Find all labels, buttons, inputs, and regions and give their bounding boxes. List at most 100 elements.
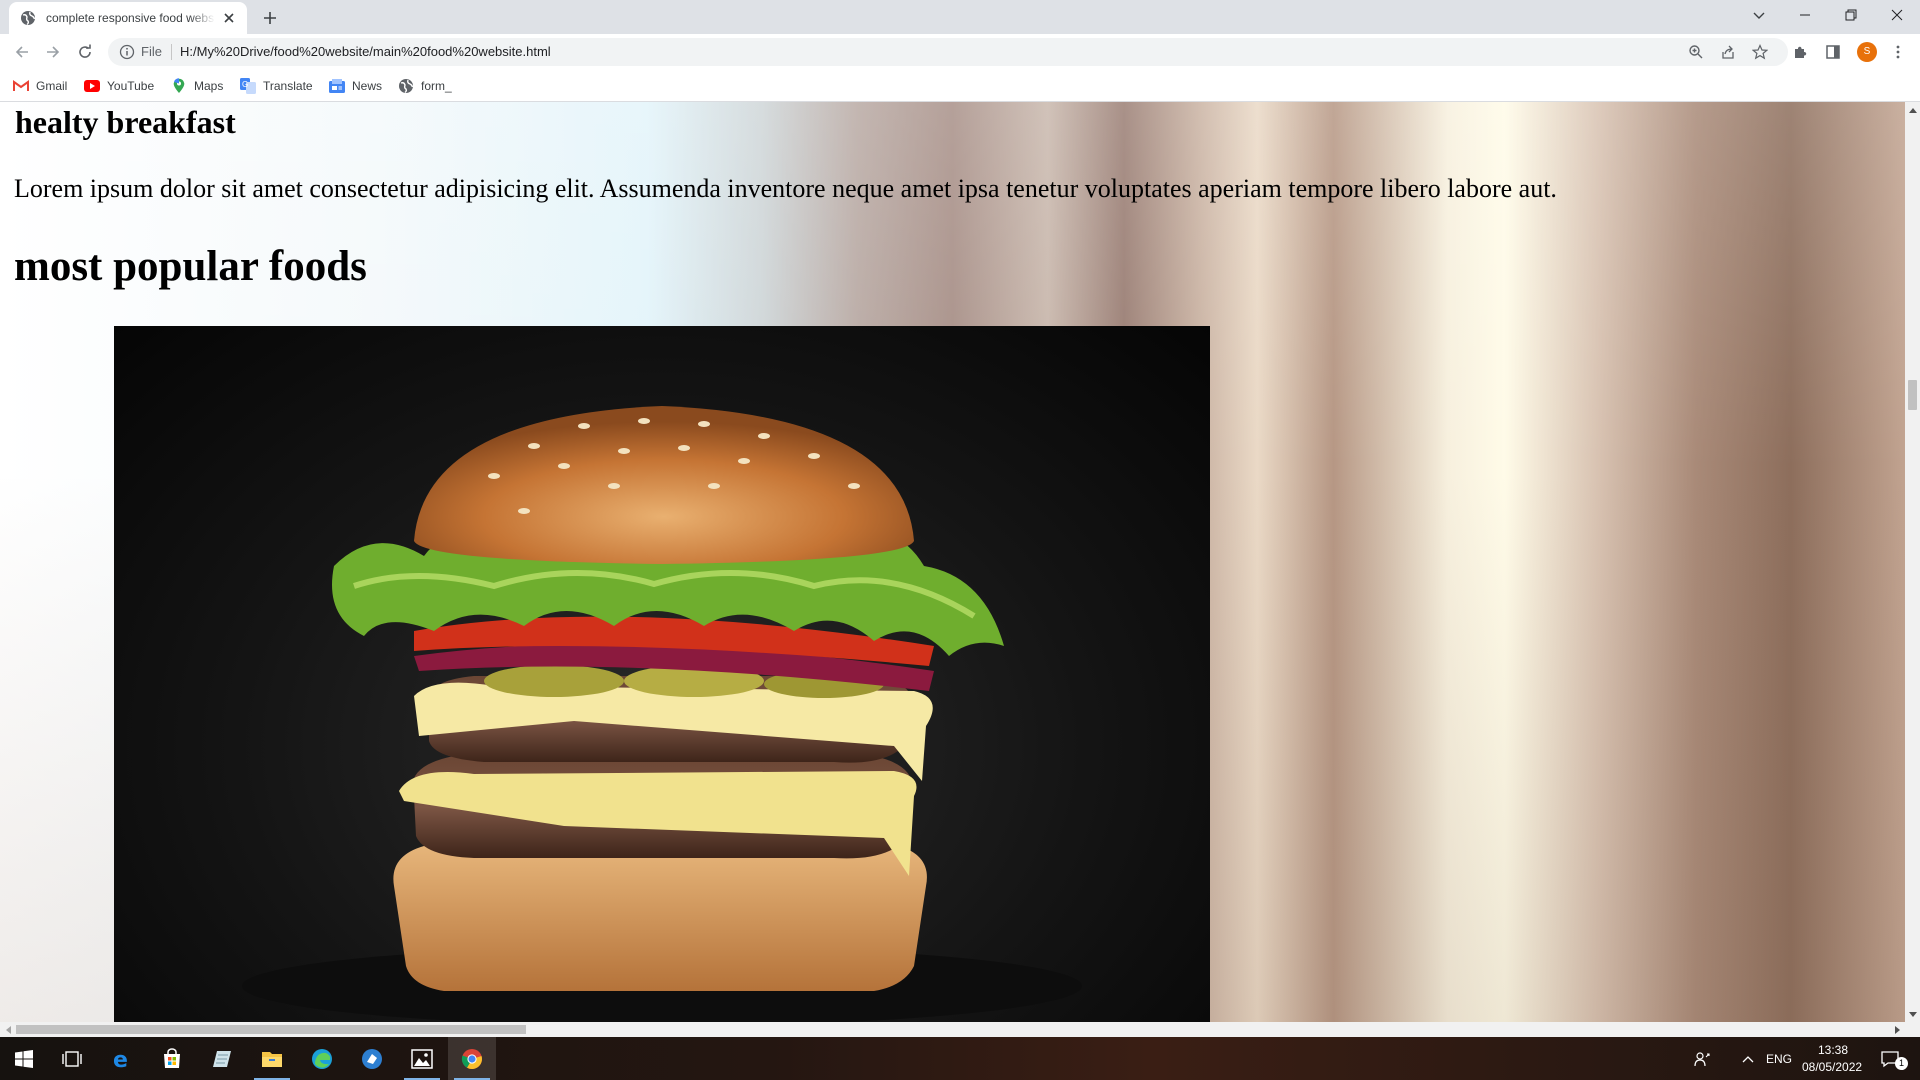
photos-icon — [411, 1048, 433, 1069]
burger-image — [114, 326, 1210, 1022]
file-explorer-icon — [262, 1051, 282, 1067]
notification-count: 1 — [1895, 1057, 1908, 1070]
triangle-right-icon — [1894, 1025, 1900, 1034]
bookmark-label: Translate — [263, 79, 313, 93]
bookmark-label: News — [352, 79, 383, 93]
minimize-icon — [1800, 14, 1810, 16]
chrome-icon — [461, 1048, 482, 1069]
language-indicator[interactable]: ENG — [1766, 1052, 1792, 1066]
maps-icon — [171, 78, 187, 94]
tab-strip: complete responsive food website — [0, 0, 1920, 34]
taskbar-app-edge-legacy[interactable]: e — [98, 1037, 146, 1080]
divider — [171, 44, 172, 60]
url-text[interactable]: H:/My%20Drive/food%20website/main%20food… — [180, 44, 551, 59]
translate-icon: G — [240, 78, 256, 94]
reload-button[interactable] — [73, 40, 97, 64]
bookmark-label: YouTube — [107, 79, 155, 93]
taskbar-app-notes[interactable] — [198, 1037, 246, 1080]
edge-legacy-icon: e — [113, 1048, 128, 1070]
bookmarks-bar: Gmail YouTube Maps G Translate News form… — [0, 70, 1920, 102]
arrow-left-icon — [15, 46, 28, 58]
browser-toolbar: File H:/My%20Drive/food%20website/main%2… — [0, 34, 1920, 70]
taskbar-app-store[interactable] — [148, 1037, 196, 1080]
notes-icon — [213, 1050, 231, 1067]
address-bar[interactable]: File H:/My%20Drive/food%20website/main%2… — [108, 38, 1788, 66]
bookmark-maps[interactable]: Maps — [171, 78, 223, 94]
start-button[interactable] — [0, 1037, 48, 1080]
chevron-up-icon — [1742, 1055, 1754, 1062]
close-icon — [1891, 9, 1903, 21]
restore-icon — [1845, 9, 1857, 21]
zoom-icon[interactable] — [1688, 44, 1704, 60]
taskbar-app-chrome[interactable] — [448, 1037, 496, 1080]
triangle-left-icon — [5, 1025, 11, 1034]
triangle-down-icon — [1908, 1011, 1917, 1017]
vertical-scrollbar[interactable] — [1905, 102, 1920, 1022]
share-icon[interactable] — [1720, 44, 1736, 60]
section-subheading: healty breakfast — [15, 104, 236, 140]
edge-icon — [312, 1048, 332, 1069]
reload-icon — [79, 44, 91, 58]
burger-illustration — [242, 406, 1082, 1022]
person-icon — [1694, 1051, 1710, 1066]
bookmark-form[interactable]: form_ — [398, 78, 452, 94]
new-tab-icon[interactable] — [260, 8, 280, 28]
clock-time[interactable]: 13:38 — [1818, 1043, 1848, 1057]
arrow-right-icon — [47, 46, 60, 58]
tray-show-hidden-button[interactable] — [1734, 1037, 1762, 1080]
bookmark-gmail[interactable]: Gmail — [13, 78, 67, 94]
bookmark-label: Maps — [194, 79, 224, 93]
news-icon — [329, 78, 345, 94]
more-vert-icon — [1896, 45, 1900, 59]
horizontal-scroll-thumb[interactable] — [16, 1025, 526, 1034]
close-window-button[interactable] — [1874, 0, 1920, 30]
page-viewport: healty breakfast Lorem ipsum dolor sit a… — [0, 102, 1905, 1022]
bookmark-news[interactable]: News — [329, 78, 382, 94]
windows-taskbar: e ENG 13:38 08/05/2022 1 — [0, 1037, 1920, 1080]
scroll-left-button[interactable] — [0, 1022, 15, 1037]
profile-avatar[interactable]: S — [1857, 42, 1877, 62]
info-icon[interactable] — [119, 44, 135, 60]
scroll-down-button[interactable] — [1905, 1007, 1920, 1022]
taskbar-app-file-explorer[interactable] — [248, 1037, 296, 1080]
menu-button[interactable] — [1886, 40, 1910, 64]
star-icon[interactable] — [1752, 44, 1768, 60]
taskbar-app-edge[interactable] — [298, 1037, 346, 1080]
triangle-up-icon — [1908, 107, 1917, 113]
store-icon — [164, 1047, 180, 1068]
side-panel-icon — [1826, 45, 1840, 59]
back-button[interactable] — [10, 40, 34, 64]
forward-button[interactable] — [41, 40, 65, 64]
globe-icon — [398, 78, 414, 94]
extensions-button[interactable] — [1789, 40, 1813, 64]
chevron-down-icon — [1753, 12, 1765, 19]
close-icon[interactable] — [221, 10, 237, 26]
tray-people-button[interactable] — [1688, 1037, 1716, 1080]
vertical-scroll-thumb[interactable] — [1908, 380, 1917, 410]
section-paragraph: Lorem ipsum dolor sit amet consectetur a… — [14, 174, 1557, 203]
section-heading: most popular foods — [14, 243, 367, 290]
task-view-button[interactable] — [48, 1037, 96, 1080]
scroll-right-button[interactable] — [1890, 1022, 1905, 1037]
tab-title: complete responsive food website — [46, 11, 215, 25]
horizontal-scrollbar[interactable] — [0, 1022, 1920, 1037]
clock-date[interactable]: 08/05/2022 — [1802, 1060, 1862, 1074]
side-panel-button[interactable] — [1821, 40, 1845, 64]
bookmark-youtube[interactable]: YouTube — [84, 78, 154, 94]
minimize-button[interactable] — [1782, 0, 1828, 30]
tab-search-button[interactable] — [1736, 0, 1782, 30]
bookmark-translate[interactable]: G Translate — [240, 78, 313, 94]
gmail-icon — [13, 78, 29, 94]
puzzle-icon — [1795, 46, 1807, 58]
bookmark-label: form_ — [421, 79, 452, 93]
restore-button[interactable] — [1828, 0, 1874, 30]
notifications-button[interactable]: 1 — [1870, 1037, 1910, 1080]
app-icon — [362, 1048, 382, 1069]
scroll-up-button[interactable] — [1905, 102, 1920, 117]
taskbar-app-generic[interactable] — [348, 1037, 396, 1080]
browser-tab[interactable]: complete responsive food website — [9, 2, 247, 34]
task-view-icon — [62, 1050, 82, 1067]
taskbar-app-photos[interactable] — [398, 1037, 446, 1080]
svg-text:e: e — [113, 1048, 128, 1070]
bookmark-label: Gmail — [36, 79, 68, 93]
